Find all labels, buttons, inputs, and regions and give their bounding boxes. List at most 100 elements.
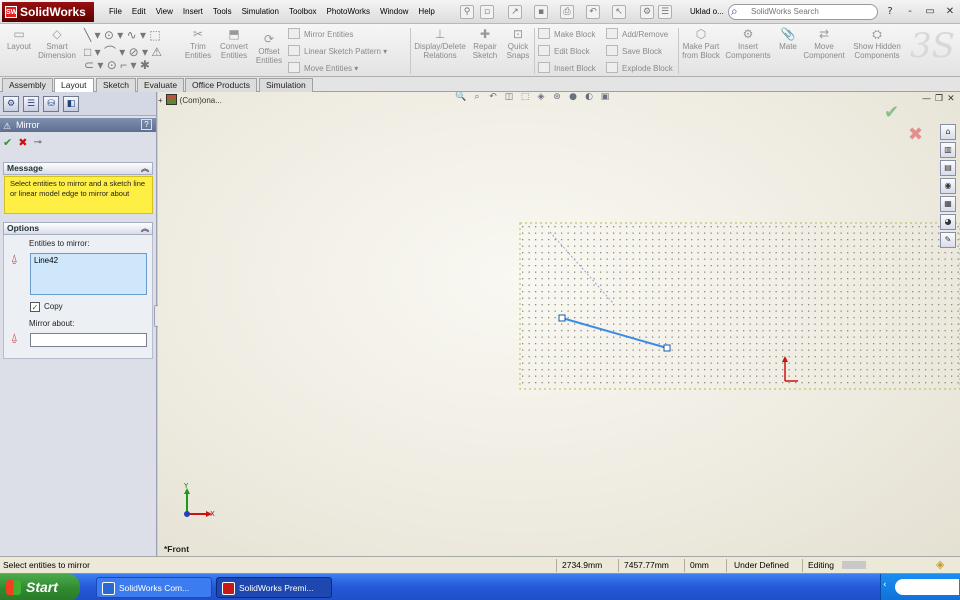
hide-show-items-icon[interactable]: ⊛ [550,92,564,104]
view-settings-icon[interactable]: ▣ [598,92,612,104]
menu-help[interactable]: Help [413,0,439,24]
edit-block-button[interactable]: Edit Block [538,45,590,56]
start-button[interactable]: Start [0,574,80,600]
menu-toolbox[interactable]: Toolbox [284,0,322,24]
view-orientation-icon[interactable]: ⬚ [518,92,532,104]
entities-to-mirror-list[interactable]: Line42 [30,253,147,295]
graphics-area[interactable]: Y X + (Com)ona... 🔍 ⌕ ↶ ◫ ⬚ ◈ ⊛ ● ◐ ▣ — ❐… [158,92,960,556]
explode-block-button[interactable]: Explode Block [606,62,673,73]
help-button[interactable]: ? [880,0,900,24]
selected-entity[interactable]: Line42 [34,256,58,265]
collapse-chevron-icon[interactable]: ︽ [141,163,149,174]
menu-view[interactable]: View [151,0,178,24]
open-document-icon[interactable]: ↗ [508,5,522,19]
menu-simulation[interactable]: Simulation [237,0,284,24]
line-tool-icon[interactable]: ╲ ▾ ⊙ ▾ ∿ ▾ ⬚ [84,28,161,42]
menu-photoworks[interactable]: PhotoWorks [322,0,375,24]
feature-manager-tab-icon[interactable]: ⚙ [3,96,19,112]
smart-dimension-button[interactable]: ◇ Smart Dimension [36,27,78,60]
confirmation-corner-ok-icon[interactable]: ✔ [884,102,899,123]
options-icon[interactable]: ☰ [658,5,672,19]
cancel-button[interactable]: ✖ [18,136,27,150]
tab-office-products[interactable]: Office Products [185,78,257,92]
appearances-icon[interactable]: ◕ [940,214,956,230]
tab-layout[interactable]: Layout [54,78,94,93]
search-tab-icon[interactable]: ◉ [940,178,956,194]
minimize-button[interactable]: - [900,0,920,24]
insert-components-button[interactable]: ⚙ Insert Components [722,27,774,60]
construction-line[interactable] [549,231,615,305]
make-part-from-block-button[interactable]: ⬡ Make Part from Block [682,27,720,60]
save-icon[interactable]: ▪ [534,5,548,19]
copy-checkbox[interactable]: ✓ [30,302,40,312]
move-entities-button[interactable]: Move Entities ▾ [288,62,358,73]
configuration-manager-tab-icon[interactable]: ⛁ [43,96,59,112]
pm-help-button[interactable]: ? [141,119,152,130]
menu-file[interactable]: File [104,0,127,24]
design-library-icon[interactable]: ▥ [940,142,956,158]
menu-insert[interactable]: Insert [178,0,208,24]
repair-sketch-button[interactable]: ✚ Repair Sketch [470,27,500,60]
solidworks-resources-icon[interactable]: ⌂ [940,124,956,140]
ok-button[interactable]: ✔ [3,136,12,150]
print-icon[interactable]: ⎙ [560,5,574,19]
select-icon[interactable]: ↖ [612,5,626,19]
apply-scene-icon[interactable]: ◐ [582,92,596,104]
display-delete-relations-button[interactable]: ⊥ Display/Delete Relations [414,27,466,60]
taskbar-item-solidworks-premium[interactable]: SolidWorks Premi... [216,577,332,598]
undo-icon[interactable]: ↶ [586,5,600,19]
feature-tree-root[interactable]: + (Com)ona... [158,94,222,105]
move-component-button[interactable]: ⇄ Move Component [802,27,846,60]
layout-button[interactable]: ▭ Layout [4,27,34,51]
line-endpoint[interactable] [558,314,566,322]
menu-edit[interactable]: Edit [127,0,151,24]
zoom-to-area-icon[interactable]: ⌕ [470,92,484,104]
tab-assembly[interactable]: Assembly [2,78,53,92]
restore-button[interactable]: ▭ [920,0,940,24]
pin-menu-icon[interactable]: ⚲ [460,5,474,19]
section-view-icon[interactable]: ◫ [502,92,516,104]
quick-snaps-button[interactable]: ⊡ Quick Snaps [504,27,532,60]
save-block-button[interactable]: Save Block [606,45,662,56]
view-palette-icon[interactable]: ▦ [940,196,956,212]
display-manager-tab-icon[interactable]: ◧ [63,96,79,112]
menu-tools[interactable]: Tools [208,0,237,24]
mate-button[interactable]: 📎 Mate [776,27,800,51]
display-style-icon[interactable]: ◈ [534,92,548,104]
offset-entities-button[interactable]: ⟳ Offset Entities [254,32,284,65]
slot-tool-icon[interactable]: ⊂ ▾ ⊙ ⌐ ▾ ✱ [84,58,150,72]
close-button[interactable]: ✕ [940,0,960,24]
custom-properties-icon[interactable]: ✎ [940,232,956,248]
message-group-header[interactable]: Message ︽ [3,162,153,175]
mirror-about-field[interactable] [30,333,147,347]
property-manager-tab-icon[interactable]: ☰ [23,96,39,112]
search-input[interactable] [751,7,871,16]
solidworks-search[interactable]: ⌕ [728,4,878,20]
make-block-button[interactable]: Make Block [538,28,595,39]
file-explorer-icon[interactable]: ▤ [940,160,956,176]
doc-minimize-button[interactable]: — [922,94,931,104]
insert-block-button[interactable]: Insert Block [538,62,596,73]
options-group-header[interactable]: Options ︽ [3,222,153,235]
tab-evaluate[interactable]: Evaluate [137,78,185,92]
rebuild-status-icon[interactable]: ◈ [936,557,944,573]
tray-expand-icon[interactable]: ‹ [883,580,893,594]
sketch-canvas[interactable]: Y X [158,92,960,556]
collapse-chevron-icon[interactable]: ︽ [141,223,149,234]
selected-line42[interactable] [561,317,668,349]
doc-close-button[interactable]: ✕ [947,94,955,104]
new-document-icon[interactable]: ▫ [480,5,494,19]
solidworks-logo[interactable]: SW SolidWorks [2,2,94,22]
confirmation-corner-cancel-icon[interactable]: ✖ [908,124,923,145]
menu-window[interactable]: Window [375,0,413,24]
taskbar-item-solidworks-community[interactable]: SolidWorks Com... [96,577,212,598]
edit-appearance-icon[interactable]: ● [566,92,580,104]
convert-entities-button[interactable]: ⬒ Convert Entities [216,27,252,60]
zoom-to-fit-icon[interactable]: 🔍 [454,92,468,104]
previous-view-icon[interactable]: ↶ [486,92,500,104]
add-remove-button[interactable]: Add/Remove [606,28,668,39]
line-endpoint[interactable] [663,344,671,352]
keep-visible-pin-icon[interactable]: ⊸ [33,136,41,150]
linear-sketch-pattern-button[interactable]: Linear Sketch Pattern ▾ [288,45,387,56]
tab-simulation[interactable]: Simulation [259,78,313,92]
